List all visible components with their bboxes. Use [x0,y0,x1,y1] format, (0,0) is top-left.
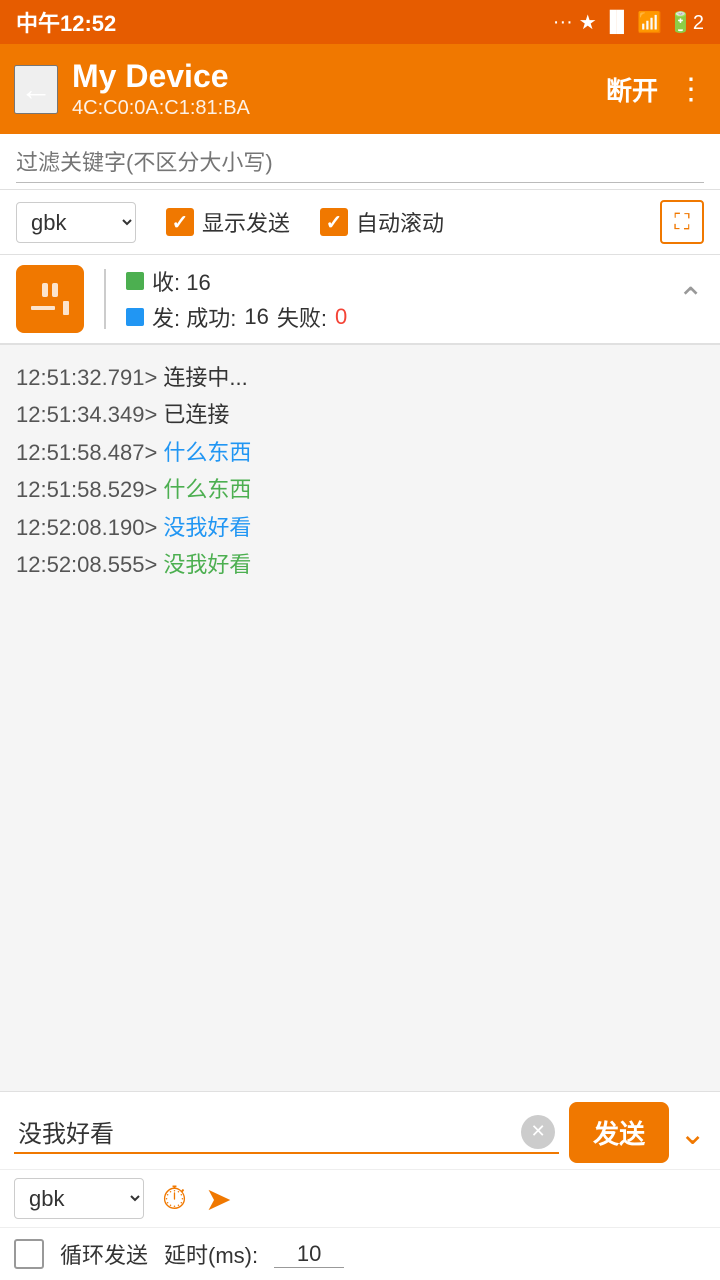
chevron-down-icon: ⌄ [679,1115,706,1151]
auto-scroll-checkbox[interactable]: ✓ [320,208,348,236]
encoding-select-2[interactable]: gbk utf-8 [14,1178,144,1219]
bluetooth-icon: ★ [579,10,597,35]
clear-icon: ✕ [531,1121,546,1142]
send-label: 发: 成功: [152,301,236,333]
send-arrow-icon: ➤ [205,1181,232,1217]
log-line: 12:52:08.555> 没我好看 [16,546,704,583]
filter-input[interactable] [16,144,704,183]
checkmark-icon: ✓ [172,210,189,235]
expand-down-button[interactable]: ⌄ [679,1114,706,1152]
log-msg: 已连接 [163,402,229,427]
back-button[interactable]: ← [14,65,58,114]
top-actions: 断开 ⋮ [606,71,706,108]
device-info: My Device 4C:C0:0A:C1:81:BA [72,58,592,120]
show-send-checkbox[interactable]: ✓ [166,208,194,236]
history-button[interactable]: ⏱ [162,1180,187,1218]
filter-area [0,134,720,190]
send-icon-button[interactable]: ➤ [205,1180,232,1218]
send-fail-sep: 失败: [277,301,327,333]
log-time: 12:51:58.529> [16,477,163,502]
send-input-wrapper: ✕ [14,1112,559,1154]
signal-bars-icon: ▐▌ [603,11,631,34]
wifi-icon: 📶 [637,10,662,35]
collapse-button[interactable]: ⌃ [677,280,704,318]
fullscreen-button[interactable]: ⛶ [660,200,704,244]
send-input[interactable] [14,1112,559,1152]
device-mac: 4C:C0:0A:C1:81:BA [72,97,592,120]
log-line: 12:51:58.529> 什么东西 [16,471,704,508]
back-icon: ← [20,71,52,107]
log-msg: 什么东西 [163,440,251,465]
signal-dots-icon: ··· [553,11,573,34]
clear-input-button[interactable]: ✕ [521,1115,555,1149]
stats-divider [104,269,106,329]
log-area: 12:51:32.791> 连接中...12:51:34.349> 已连接12:… [0,345,720,925]
log-line: 12:52:08.190> 没我好看 [16,509,704,546]
log-time: 12:51:58.487> [16,440,163,465]
collapse-icon: ⌃ [677,281,704,317]
clear-line-icon [31,306,55,310]
send-fail-count: 0 [335,304,347,330]
loop-send-checkbox[interactable] [14,1239,44,1269]
encoding-select[interactable]: gbk utf-8 [16,202,136,243]
log-time: 12:51:32.791> [16,365,163,390]
bottom-area: ✕ 发送 ⌄ gbk utf-8 ⏱ ➤ 循环发送 延时(ms): [0,1091,720,1280]
log-time: 12:52:08.555> [16,552,163,577]
log-line: 12:51:58.487> 什么东西 [16,434,704,471]
pause-icon-row [42,283,58,297]
pause-bar1-icon [42,283,48,297]
recv-dot-icon [126,272,144,290]
history-icon: ⏱ [162,1180,187,1216]
send-button[interactable]: 发送 [569,1102,669,1163]
status-bar: 中午12:52 ··· ★ ▐▌ 📶 🔋2 [0,0,720,44]
log-time: 12:52:08.190> [16,515,163,540]
loop-row: 循环发送 延时(ms): [0,1228,720,1280]
bottom-enc-row: gbk utf-8 ⏱ ➤ [0,1170,720,1228]
status-time: 中午12:52 [16,6,116,38]
loop-send-label: 循环发送 [60,1238,148,1270]
delay-input[interactable] [274,1241,344,1268]
more-icon: ⋮ [676,73,706,106]
send-dot-icon [126,308,144,326]
log-time: 12:51:34.349> [16,402,163,427]
send-row: ✕ 发送 ⌄ [0,1092,720,1170]
device-name: My Device [72,58,592,95]
log-line: 12:51:34.349> 已连接 [16,396,704,433]
send-stat: 发: 成功: 16 失败: 0 [126,301,347,333]
delay-label: 延时(ms): [164,1238,258,1270]
log-msg: 没我好看 [163,515,251,540]
pause-bar2-icon [52,283,58,297]
log-msg: 连接中... [163,365,247,390]
log-msg: 没我好看 [163,552,251,577]
stats-row: 收: 16 发: 成功: 16 失败: 0 ⌃ [0,255,720,345]
auto-scroll-group: ✓ 自动滚动 [320,206,444,238]
send-success-count: 16 [244,304,268,330]
pause-clear-button[interactable] [16,265,84,333]
recv-stat: 收: 16 [126,265,347,297]
stats-text: 收: 16 发: 成功: 16 失败: 0 [126,265,347,333]
show-send-group: ✓ 显示发送 [166,206,290,238]
disconnect-button[interactable]: 断开 [606,71,658,108]
log-msg: 什么东西 [163,477,251,502]
show-send-label: 显示发送 [202,206,290,238]
status-icons: ··· ★ ▐▌ 📶 🔋2 [553,10,704,35]
auto-scroll-label: 自动滚动 [356,206,444,238]
clear-bar-icon [63,301,69,315]
more-menu-button[interactable]: ⋮ [676,72,706,107]
log-line: 12:51:32.791> 连接中... [16,359,704,396]
top-bar: ← My Device 4C:C0:0A:C1:81:BA 断开 ⋮ [0,44,720,134]
checkmark-icon2: ✓ [326,210,343,235]
recv-count: 收: 16 [152,265,211,297]
battery-icon: 🔋2 [668,10,704,35]
fullscreen-icon: ⛶ [674,209,689,235]
controls-row: gbk utf-8 ✓ 显示发送 ✓ 自动滚动 ⛶ [0,190,720,255]
clear-icon-row [31,301,69,315]
